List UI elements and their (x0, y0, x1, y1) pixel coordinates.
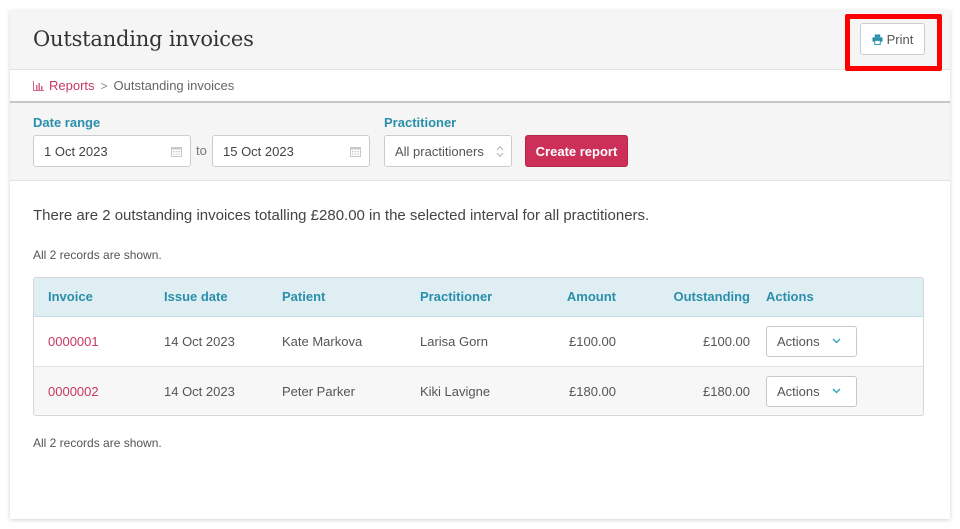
records-note-bottom: All 2 records are shown. (33, 436, 162, 450)
outstanding-cell: £100.00 (703, 333, 750, 349)
calendar-icon (171, 147, 182, 157)
practitioner-cell: Larisa Gorn (420, 333, 488, 349)
column-header-patient[interactable]: Patient (268, 278, 406, 317)
page-header: Outstanding invoices Print (10, 10, 950, 71)
report-card: Outstanding invoices Print Reports > Out… (10, 10, 950, 519)
patient-cell: Kate Markova (282, 333, 363, 349)
column-header-invoice[interactable]: Invoice (34, 278, 150, 317)
actions-dropdown-button[interactable]: Actions (766, 325, 857, 357)
invoice-link[interactable]: 0000001 (48, 334, 99, 349)
practitioner-cell: Kiki Lavigne (420, 383, 491, 399)
select-arrows-icon (496, 145, 504, 158)
actions-label: Actions (777, 383, 820, 399)
chevron-down-icon (832, 388, 841, 394)
chevron-down-icon (832, 338, 841, 344)
calendar-icon (350, 147, 361, 157)
issue-date-cell: 14 Oct 2023 (164, 333, 235, 349)
table-row: 0000001 14 Oct 2023 Kate Markova Larisa … (34, 316, 923, 366)
print-button[interactable]: Print (860, 23, 925, 55)
breadcrumb-reports-link[interactable]: Reports (49, 78, 95, 93)
table-row: 0000002 14 Oct 2023 Peter Parker Kiki La… (34, 366, 923, 415)
date-range-label: Date range (33, 115, 101, 130)
date-to-value: 15 Oct 2023 (223, 143, 294, 159)
outstanding-cell: £180.00 (703, 383, 750, 399)
date-from-value: 1 Oct 2023 (44, 143, 108, 159)
practitioner-select-value: All practitioners (395, 143, 484, 159)
print-label: Print (886, 31, 914, 47)
practitioner-select[interactable]: All practitioners (384, 135, 512, 167)
column-header-practitioner[interactable]: Practitioner (406, 278, 526, 317)
breadcrumb-current: Outstanding invoices (113, 78, 235, 93)
invoice-link[interactable]: 0000002 (48, 384, 99, 399)
table-header-row: Invoice Issue date Patient Practitioner … (34, 278, 923, 317)
printer-icon (872, 33, 883, 45)
date-range-to-label: to (196, 143, 207, 158)
actions-label: Actions (777, 333, 820, 349)
practitioner-label: Practitioner (384, 115, 457, 130)
bar-chart-icon (33, 80, 44, 91)
breadcrumb: Reports > Outstanding invoices (10, 70, 950, 103)
amount-cell: £100.00 (569, 333, 616, 349)
records-note-top: All 2 records are shown. (33, 248, 162, 262)
amount-cell: £180.00 (569, 383, 616, 399)
summary-text: There are 2 outstanding invoices totalli… (33, 207, 650, 224)
actions-dropdown-button[interactable]: Actions (766, 375, 857, 407)
issue-date-cell: 14 Oct 2023 (164, 383, 235, 399)
create-report-button[interactable]: Create report (525, 135, 628, 167)
column-header-amount[interactable]: Amount (526, 278, 626, 317)
breadcrumb-separator: > (100, 78, 108, 93)
page-title: Outstanding invoices (33, 27, 254, 51)
column-header-issue-date[interactable]: Issue date (150, 278, 268, 317)
invoices-table: Invoice Issue date Patient Practitioner … (33, 277, 924, 416)
date-to-input[interactable]: 15 Oct 2023 (212, 135, 370, 167)
filter-bar: Date range 1 Oct 2023 to 15 Oct 2023 Pra… (10, 103, 950, 181)
column-header-actions: Actions (758, 278, 923, 317)
date-from-input[interactable]: 1 Oct 2023 (33, 135, 191, 167)
patient-cell: Peter Parker (282, 383, 355, 399)
column-header-outstanding[interactable]: Outstanding (626, 278, 758, 317)
